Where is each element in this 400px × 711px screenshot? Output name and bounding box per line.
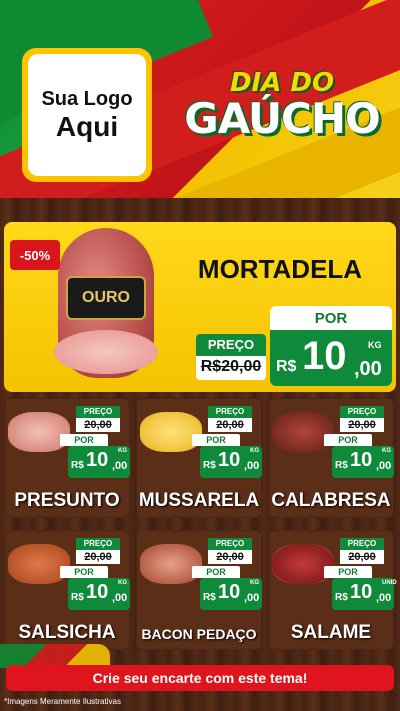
price-integer: 10 [302, 334, 347, 378]
logo-text-line2: Aqui [55, 110, 119, 142]
preco-label: PREÇO [76, 406, 120, 418]
product-name: SALAME [290, 622, 372, 643]
product-card[interactable]: PREÇO 20,00 POR R$ 10 ,00 KG PRESUNTO [4, 398, 130, 518]
discount-badge: -50% [10, 240, 60, 270]
product-card[interactable]: PREÇO 20,00 POR R$ 10 ,00 KG BACON PEDAÇ… [136, 530, 262, 650]
product-image [272, 544, 334, 584]
por-label: POR [324, 566, 372, 578]
old-price: 20,00 [340, 550, 384, 564]
featured-product-name: MORTADELA [197, 254, 363, 284]
product-price: R$ 10 ,00 KG [68, 446, 130, 478]
price-integer: 10 [218, 449, 241, 471]
product-card[interactable]: PREÇO 20,00 POR R$ 10 ,00 KG MUSSARELA [136, 398, 262, 518]
price-decimal: ,00 [112, 460, 128, 472]
logo-inner: Sua Logo Aqui [28, 54, 146, 176]
product-image [8, 412, 70, 452]
currency: R$ [71, 592, 84, 603]
price-unit: KG [368, 340, 382, 350]
product-name: PRESUNTO [14, 490, 120, 511]
currency: R$ [335, 460, 348, 471]
product-price: R$ 10 ,00 UNID [332, 578, 397, 610]
price-decimal: ,00 [354, 358, 382, 380]
product-name: SALSICHA [18, 622, 116, 643]
price-integer: 10 [86, 449, 109, 471]
product-card[interactable]: PREÇO 20,00 POR R$ 10 ,00 UNID SALAME [268, 530, 397, 650]
page-title: DIA DO GAÚCHO [172, 68, 392, 140]
por-label: POR [324, 434, 372, 446]
price-unit: KG [382, 448, 391, 454]
price-unit: UNID [382, 580, 397, 586]
old-price: 20,00 [208, 418, 252, 432]
product-price: R$ 10 ,00 KG [68, 578, 130, 610]
price-unit: KG [250, 580, 259, 586]
currency: R$ [276, 358, 297, 375]
price-unit: KG [118, 448, 127, 454]
old-price: R$20,00 [200, 358, 262, 375]
product-name: CALABRESA [271, 490, 391, 511]
price-decimal: ,00 [376, 460, 392, 472]
price-decimal: ,00 [376, 592, 392, 604]
price-unit: KG [250, 448, 259, 454]
por-label: POR [192, 566, 240, 578]
price-decimal: ,00 [244, 460, 260, 472]
preco-label: PREÇO [340, 538, 384, 550]
price-integer: 10 [350, 581, 373, 603]
preco-label: PREÇO [208, 538, 252, 550]
product-price: R$ 10 ,00 KG [332, 446, 394, 478]
featured-price: R$ 10 ,00 KG [270, 330, 392, 386]
logo-placeholder[interactable]: Sua Logo Aqui [22, 48, 152, 182]
product-card[interactable]: PREÇO 20,00 POR R$ 10 ,00 KG SALSICHA [4, 530, 130, 650]
por-label: POR [314, 310, 348, 327]
price-decimal: ,00 [112, 592, 128, 604]
old-price: 20,00 [208, 550, 252, 564]
currency: R$ [71, 460, 84, 471]
brand-label: OURO [66, 276, 146, 320]
por-label: POR [192, 434, 240, 446]
preco-label: PREÇO [340, 406, 384, 418]
price-integer: 10 [86, 581, 109, 603]
currency: R$ [203, 460, 216, 471]
title-line2: GAÚCHO [184, 94, 380, 143]
product-card[interactable]: PREÇO 20,00 POR R$ 10 ,00 KG CALABRESA [268, 398, 394, 518]
preco-label: PREÇO [76, 538, 120, 550]
por-label: POR [60, 434, 108, 446]
preco-label: PREÇO [196, 334, 266, 356]
price-decimal: ,00 [244, 592, 260, 604]
product-name: MUSSARELA [138, 490, 260, 511]
currency: R$ [335, 592, 348, 603]
sliced-mortadela-image [54, 330, 158, 374]
por-label: POR [60, 566, 108, 578]
product-price: R$ 10 ,00 KG [200, 446, 262, 478]
product-image [8, 544, 70, 584]
old-price: 20,00 [76, 550, 120, 564]
product-price: R$ 10 ,00 KG [200, 578, 262, 610]
old-price: 20,00 [76, 418, 120, 432]
logo-text-line1: Sua Logo [41, 87, 133, 110]
price-integer: 10 [218, 581, 241, 603]
cta-button[interactable]: Crie seu encarte com este tema! [6, 665, 394, 691]
product-image [140, 412, 202, 452]
footnote: *Imagens Meramente Ilustrativas [4, 697, 121, 706]
price-integer: 10 [350, 449, 373, 471]
currency: R$ [203, 592, 216, 603]
product-image [272, 412, 334, 452]
old-price: 20,00 [340, 418, 384, 432]
price-unit: KG [118, 580, 127, 586]
preco-label: PREÇO [208, 406, 252, 418]
product-name: BACON PEDAÇO [141, 626, 257, 642]
product-image [140, 544, 202, 584]
